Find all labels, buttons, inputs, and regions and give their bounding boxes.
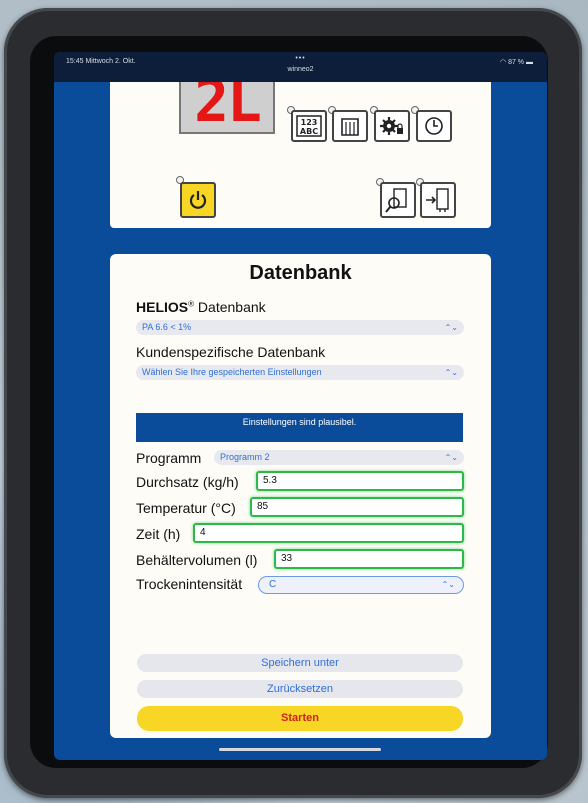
timer-button[interactable] xyxy=(416,110,452,142)
chevron-updown-icon: ⌃⌄ xyxy=(444,368,458,377)
clock-icon xyxy=(425,117,443,135)
customer-db-select[interactable]: Wählen Sie Ihre gespeicherten Einstellun… xyxy=(136,365,464,380)
intensity-label: Trockenintensität xyxy=(136,576,243,592)
magnifier-dryer-icon xyxy=(385,188,407,213)
svg-text:123: 123 xyxy=(301,118,318,127)
power-icon xyxy=(189,191,207,209)
dryer-inspect-button[interactable] xyxy=(380,182,416,218)
status-bar: 15:45 Mittwoch 2. Okt. ••• winneo2 ◠ 87 … xyxy=(54,52,547,82)
customer-db-value: Wählen Sie Ihre gespeicherten Einstellun… xyxy=(142,367,322,377)
numbers-abc-icon: 123 ABC xyxy=(296,115,322,137)
browser-url[interactable]: winneo2 xyxy=(54,66,547,73)
reset-button[interactable]: Zurücksetzen xyxy=(137,680,463,698)
database-panel: Datenbank HELIOS® Datenbank PA 6.6 < 1% … xyxy=(110,254,491,738)
numbers-abc-button[interactable]: 123 ABC xyxy=(291,110,327,142)
power-button[interactable] xyxy=(180,182,216,218)
page-title: Datenbank xyxy=(249,262,352,284)
throughput-label: Durchsatz (kg/h) xyxy=(136,474,239,490)
gear-lock-icon xyxy=(380,117,403,135)
hopper-button[interactable] xyxy=(332,110,368,142)
save-as-button[interactable]: Speichern unter xyxy=(137,654,463,672)
chevron-updown-icon: ⌃⌄ xyxy=(444,453,458,462)
volume-label: Behältervolumen (l) xyxy=(136,552,258,568)
temperature-label: Temperatur (°C) xyxy=(136,500,236,516)
chevron-updown-icon: ⌃⌄ xyxy=(441,580,455,589)
program-select[interactable]: Programm 2 ⌃⌄ xyxy=(214,450,464,465)
time-label: Zeit (h) xyxy=(136,526,181,542)
dryer-connect-button[interactable] xyxy=(420,182,456,218)
validation-banner: Einstellungen sind plausibel. xyxy=(136,413,463,442)
svg-text:ABC: ABC xyxy=(300,127,318,136)
dryer-connect-icon xyxy=(426,188,449,212)
helios-brand: HELIOS xyxy=(136,299,189,315)
battery-percent: 87 % xyxy=(508,59,525,66)
tablet-screen: 15:45 Mittwoch 2. Okt. ••• winneo2 ◠ 87 … xyxy=(54,52,547,760)
device-panel: 2L 123 ABC xyxy=(110,82,491,228)
program-label: Programm xyxy=(136,450,202,466)
settings-lock-button[interactable] xyxy=(374,110,410,142)
customer-db-label: Kundenspezifische Datenbank xyxy=(136,344,326,360)
helios-select-value: PA 6.6 < 1% xyxy=(142,322,192,332)
temperature-input[interactable]: 85 xyxy=(250,497,464,517)
program-select-value: Programm 2 xyxy=(220,452,270,462)
intensity-select-value: C xyxy=(269,579,277,590)
chevron-updown-icon: ⌃⌄ xyxy=(444,323,458,332)
battery-icon: ▬ xyxy=(526,59,533,66)
throughput-input[interactable]: 5.3 xyxy=(256,471,464,491)
home-indicator[interactable] xyxy=(219,748,381,751)
start-button[interactable]: Starten xyxy=(137,706,463,731)
helios-label-text: Datenbank xyxy=(194,299,266,315)
helios-label: HELIOS® Datenbank xyxy=(136,299,266,315)
battery-status: ◠ 87 % ▬ xyxy=(500,58,533,66)
time-input[interactable]: 4 xyxy=(193,523,464,543)
intensity-select[interactable]: C ⌃⌄ xyxy=(258,576,464,594)
volume-input[interactable]: 33 xyxy=(274,549,464,569)
helios-select[interactable]: PA 6.6 < 1% ⌃⌄ xyxy=(136,320,464,335)
hopper-icon xyxy=(341,118,359,136)
segment-display: 2L xyxy=(179,82,275,134)
wifi-icon: ◠ xyxy=(500,59,507,66)
browser-menu-dots[interactable]: ••• xyxy=(54,55,547,62)
